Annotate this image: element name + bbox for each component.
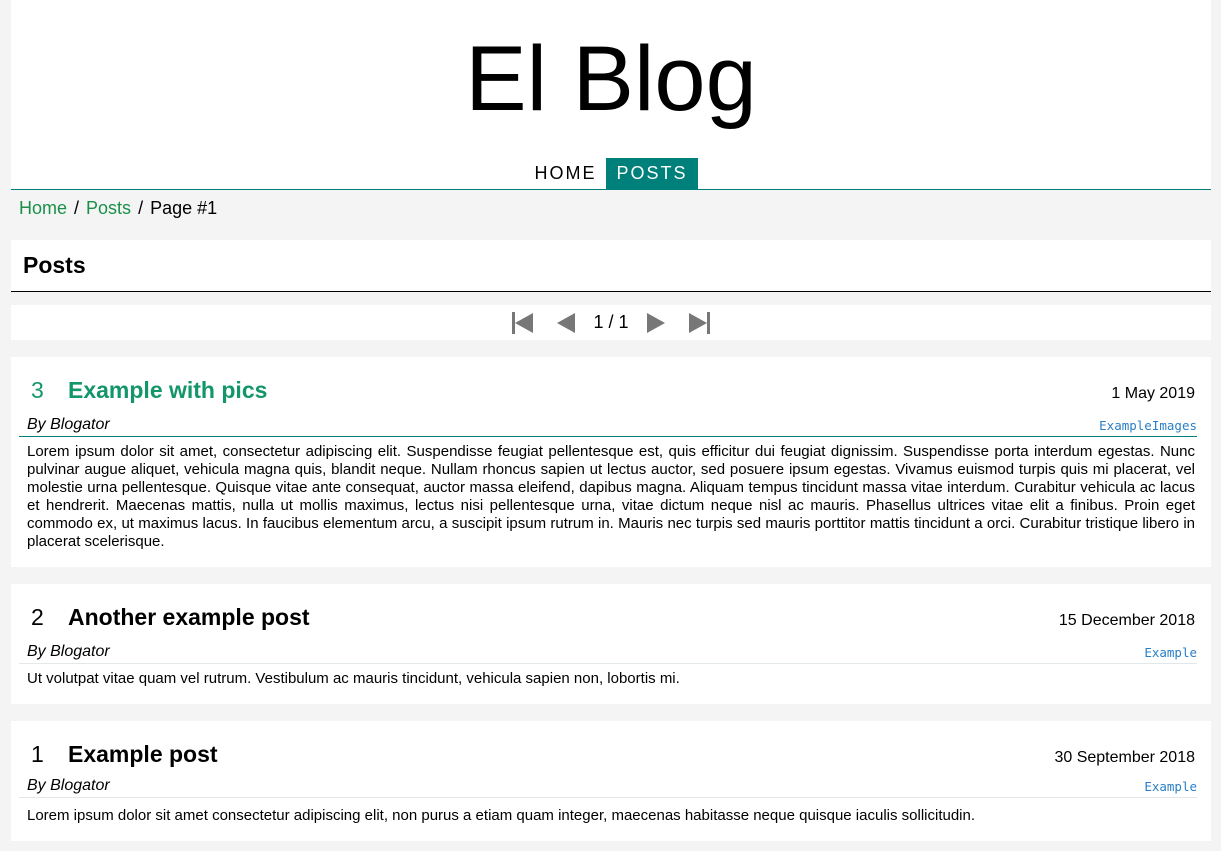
- breadcrumb-home-link[interactable]: Home: [19, 198, 67, 218]
- post-card: 3 Example with pics 1 May 2019 By Blogat…: [11, 357, 1211, 567]
- last-page-arrow-icon: [688, 312, 707, 333]
- next-page-button[interactable]: [646, 312, 665, 333]
- site-title: El Blog: [465, 28, 757, 130]
- post-excerpt: Lorem ipsum dolor sit amet, consectetur …: [27, 443, 1195, 550]
- page-indicator: 1 / 1: [593, 312, 629, 332]
- pagination: 1 / 1: [11, 305, 1211, 340]
- post-number: 3: [31, 377, 44, 403]
- next-page-icon: [646, 312, 665, 333]
- breadcrumb-separator: /: [138, 198, 144, 218]
- post-author: By Blogator: [27, 416, 110, 433]
- breadcrumb-current-page: Page #1: [150, 198, 218, 218]
- post-excerpt: Ut volutpat vitae quam vel rutrum. Vesti…: [27, 670, 680, 687]
- post-tag-link[interactable]: ExampleImages: [1099, 418, 1197, 433]
- main-nav: HOME POSTS: [11, 158, 1211, 189]
- post-byline: By Blogator ExampleImages: [19, 416, 1197, 437]
- post-excerpt: Lorem ipsum dolor sit amet consectetur a…: [27, 807, 976, 824]
- breadcrumb-separator: /: [74, 198, 80, 218]
- post-byline: By Blogator Example: [19, 777, 1197, 798]
- first-page-button[interactable]: [512, 311, 534, 334]
- post-date: 30 September 2018: [1054, 749, 1195, 766]
- post-title-link[interactable]: Example post: [68, 741, 218, 768]
- breadcrumb: Home / Posts / Page #1: [19, 198, 217, 219]
- post-author: By Blogator: [27, 777, 110, 794]
- post-title-link[interactable]: Another example post: [68, 604, 310, 631]
- site-header: El Blog HOME POSTS: [11, 0, 1211, 190]
- post-tag-link[interactable]: Example: [1144, 645, 1197, 660]
- breadcrumb-posts-link[interactable]: Posts: [86, 198, 131, 218]
- post-byline: By Blogator Example: [19, 643, 1197, 664]
- post-title-link[interactable]: Example with pics: [68, 377, 267, 404]
- last-page-button[interactable]: [688, 311, 710, 334]
- post-card: 1 Example post 30 September 2018 By Blog…: [11, 721, 1211, 841]
- first-page-arrow-icon: [515, 312, 534, 333]
- post-number: 2: [31, 604, 44, 630]
- post-card: 2 Another example post 15 December 2018 …: [11, 584, 1211, 704]
- post-author: By Blogator: [27, 643, 110, 660]
- section-title: Posts: [23, 252, 86, 278]
- prev-page-button[interactable]: [557, 312, 576, 333]
- section-header: Posts: [11, 240, 1211, 292]
- page: El Blog HOME POSTS Home / Posts / Page #1 Pos…: [11, 0, 1211, 841]
- prev-page-icon: [557, 312, 576, 333]
- post-tag-link[interactable]: Example: [1144, 779, 1197, 794]
- post-date: 1 May 2019: [1111, 385, 1195, 402]
- last-page-icon: [706, 311, 710, 334]
- post-date: 15 December 2018: [1058, 612, 1195, 629]
- nav-home-link[interactable]: HOME: [524, 158, 606, 189]
- nav-posts-link[interactable]: POSTS: [606, 158, 698, 189]
- post-number: 1: [31, 741, 44, 767]
